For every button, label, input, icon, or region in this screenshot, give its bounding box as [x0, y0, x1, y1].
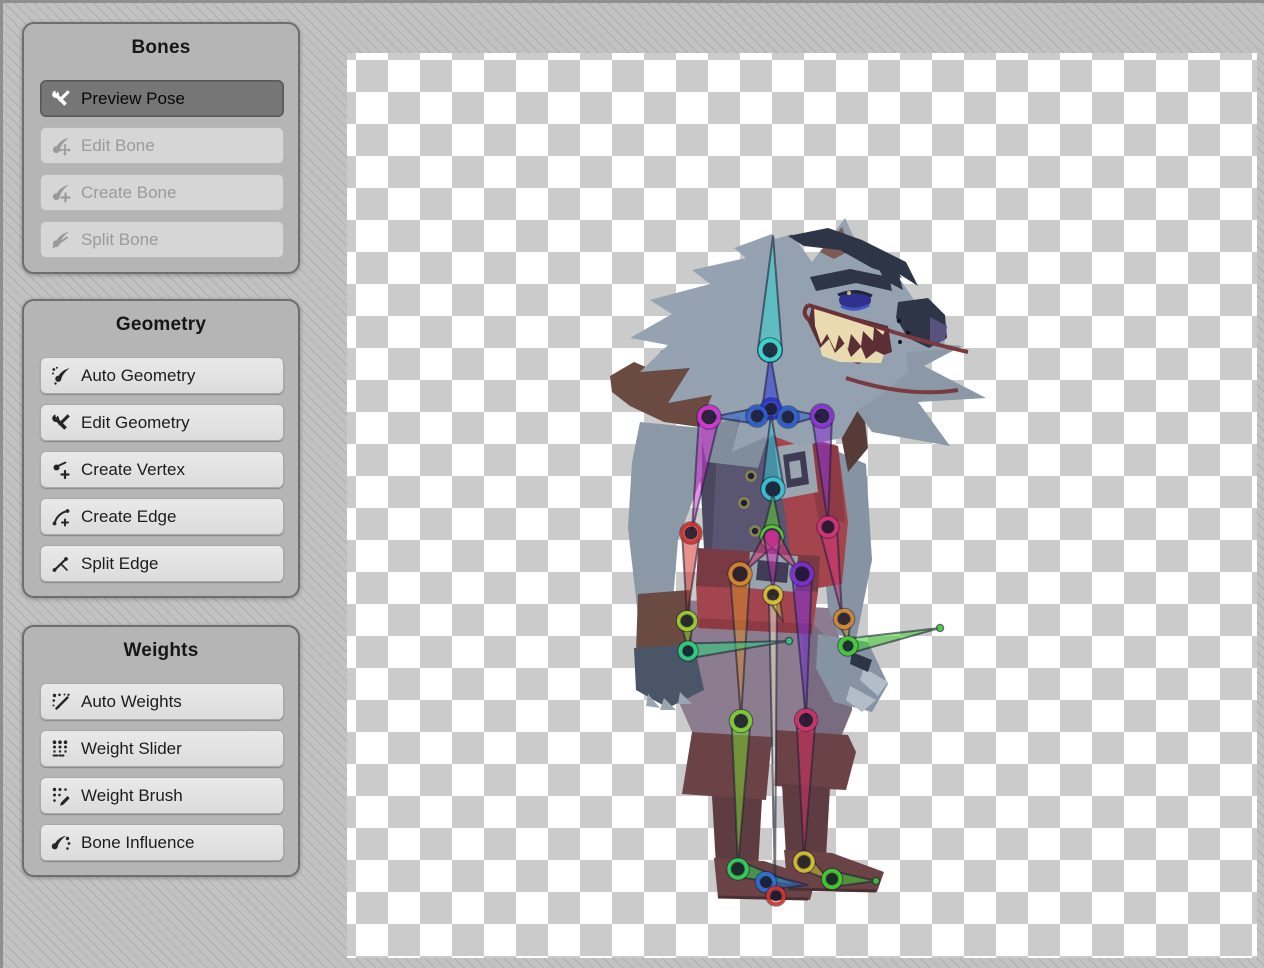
auto-geometry-button[interactable]: Auto Geometry	[40, 357, 284, 394]
edit-bone-icon	[50, 135, 72, 157]
weight-slider-button[interactable]: Weight Slider	[40, 730, 284, 767]
button-label: Weight Slider	[81, 739, 182, 759]
bone-influence-icon	[50, 832, 72, 854]
panel-title-geometry: Geometry	[24, 314, 298, 336]
create-vertex-icon	[50, 459, 72, 481]
split-edge-button[interactable]: Split Edge	[40, 545, 284, 582]
button-label: Bone Influence	[81, 833, 194, 853]
panel-title-weights: Weights	[24, 640, 298, 662]
joint-root-joint[interactable]	[766, 886, 786, 906]
panel-title-bones: Bones	[24, 37, 298, 59]
button-label: Edit Geometry	[81, 413, 190, 433]
button-label: Auto Geometry	[81, 366, 195, 386]
button-label: Preview Pose	[81, 89, 185, 109]
button-label: Split Bone	[81, 230, 159, 250]
weights-panel: Weights Auto Weights Weight Slider Weigh…	[22, 625, 300, 877]
auto-geometry-icon	[50, 365, 72, 387]
button-label: Create Edge	[81, 507, 176, 527]
button-label: Create Vertex	[81, 460, 185, 480]
bones-panel: Bones Preview Pose Edit Bone Create Bone…	[22, 22, 300, 274]
button-label: Split Edge	[81, 554, 159, 574]
create-bone-icon	[50, 182, 72, 204]
auto-weights-button[interactable]: Auto Weights	[40, 683, 284, 720]
button-label: Auto Weights	[81, 692, 182, 712]
sprite-canvas[interactable]	[347, 53, 1257, 958]
create-edge-icon	[50, 506, 72, 528]
scene-svg	[347, 53, 1257, 958]
split-bone-icon	[50, 229, 72, 251]
geometry-panel: Geometry Auto Geometry Edit Geometry Cre…	[22, 299, 300, 598]
weight-slider-icon	[50, 738, 72, 760]
character-sprite	[610, 218, 986, 900]
preview-pose-button[interactable]: Preview Pose	[40, 80, 284, 117]
button-label: Weight Brush	[81, 786, 183, 806]
weight-brush-icon	[50, 785, 72, 807]
split-bone-button[interactable]: Split Bone	[40, 221, 284, 258]
bone-influence-button[interactable]: Bone Influence	[40, 824, 284, 861]
weight-brush-button[interactable]: Weight Brush	[40, 777, 284, 814]
edit-geometry-icon	[50, 412, 72, 434]
button-label: Create Bone	[81, 183, 176, 203]
edit-geometry-button[interactable]: Edit Geometry	[40, 404, 284, 441]
auto-weights-icon	[50, 691, 72, 713]
preview-pose-icon	[50, 88, 72, 110]
edit-bone-button[interactable]: Edit Bone	[40, 127, 284, 164]
create-edge-button[interactable]: Create Edge	[40, 498, 284, 535]
button-label: Edit Bone	[81, 136, 155, 156]
create-vertex-button[interactable]: Create Vertex	[40, 451, 284, 488]
create-bone-button[interactable]: Create Bone	[40, 174, 284, 211]
split-edge-icon	[50, 553, 72, 575]
